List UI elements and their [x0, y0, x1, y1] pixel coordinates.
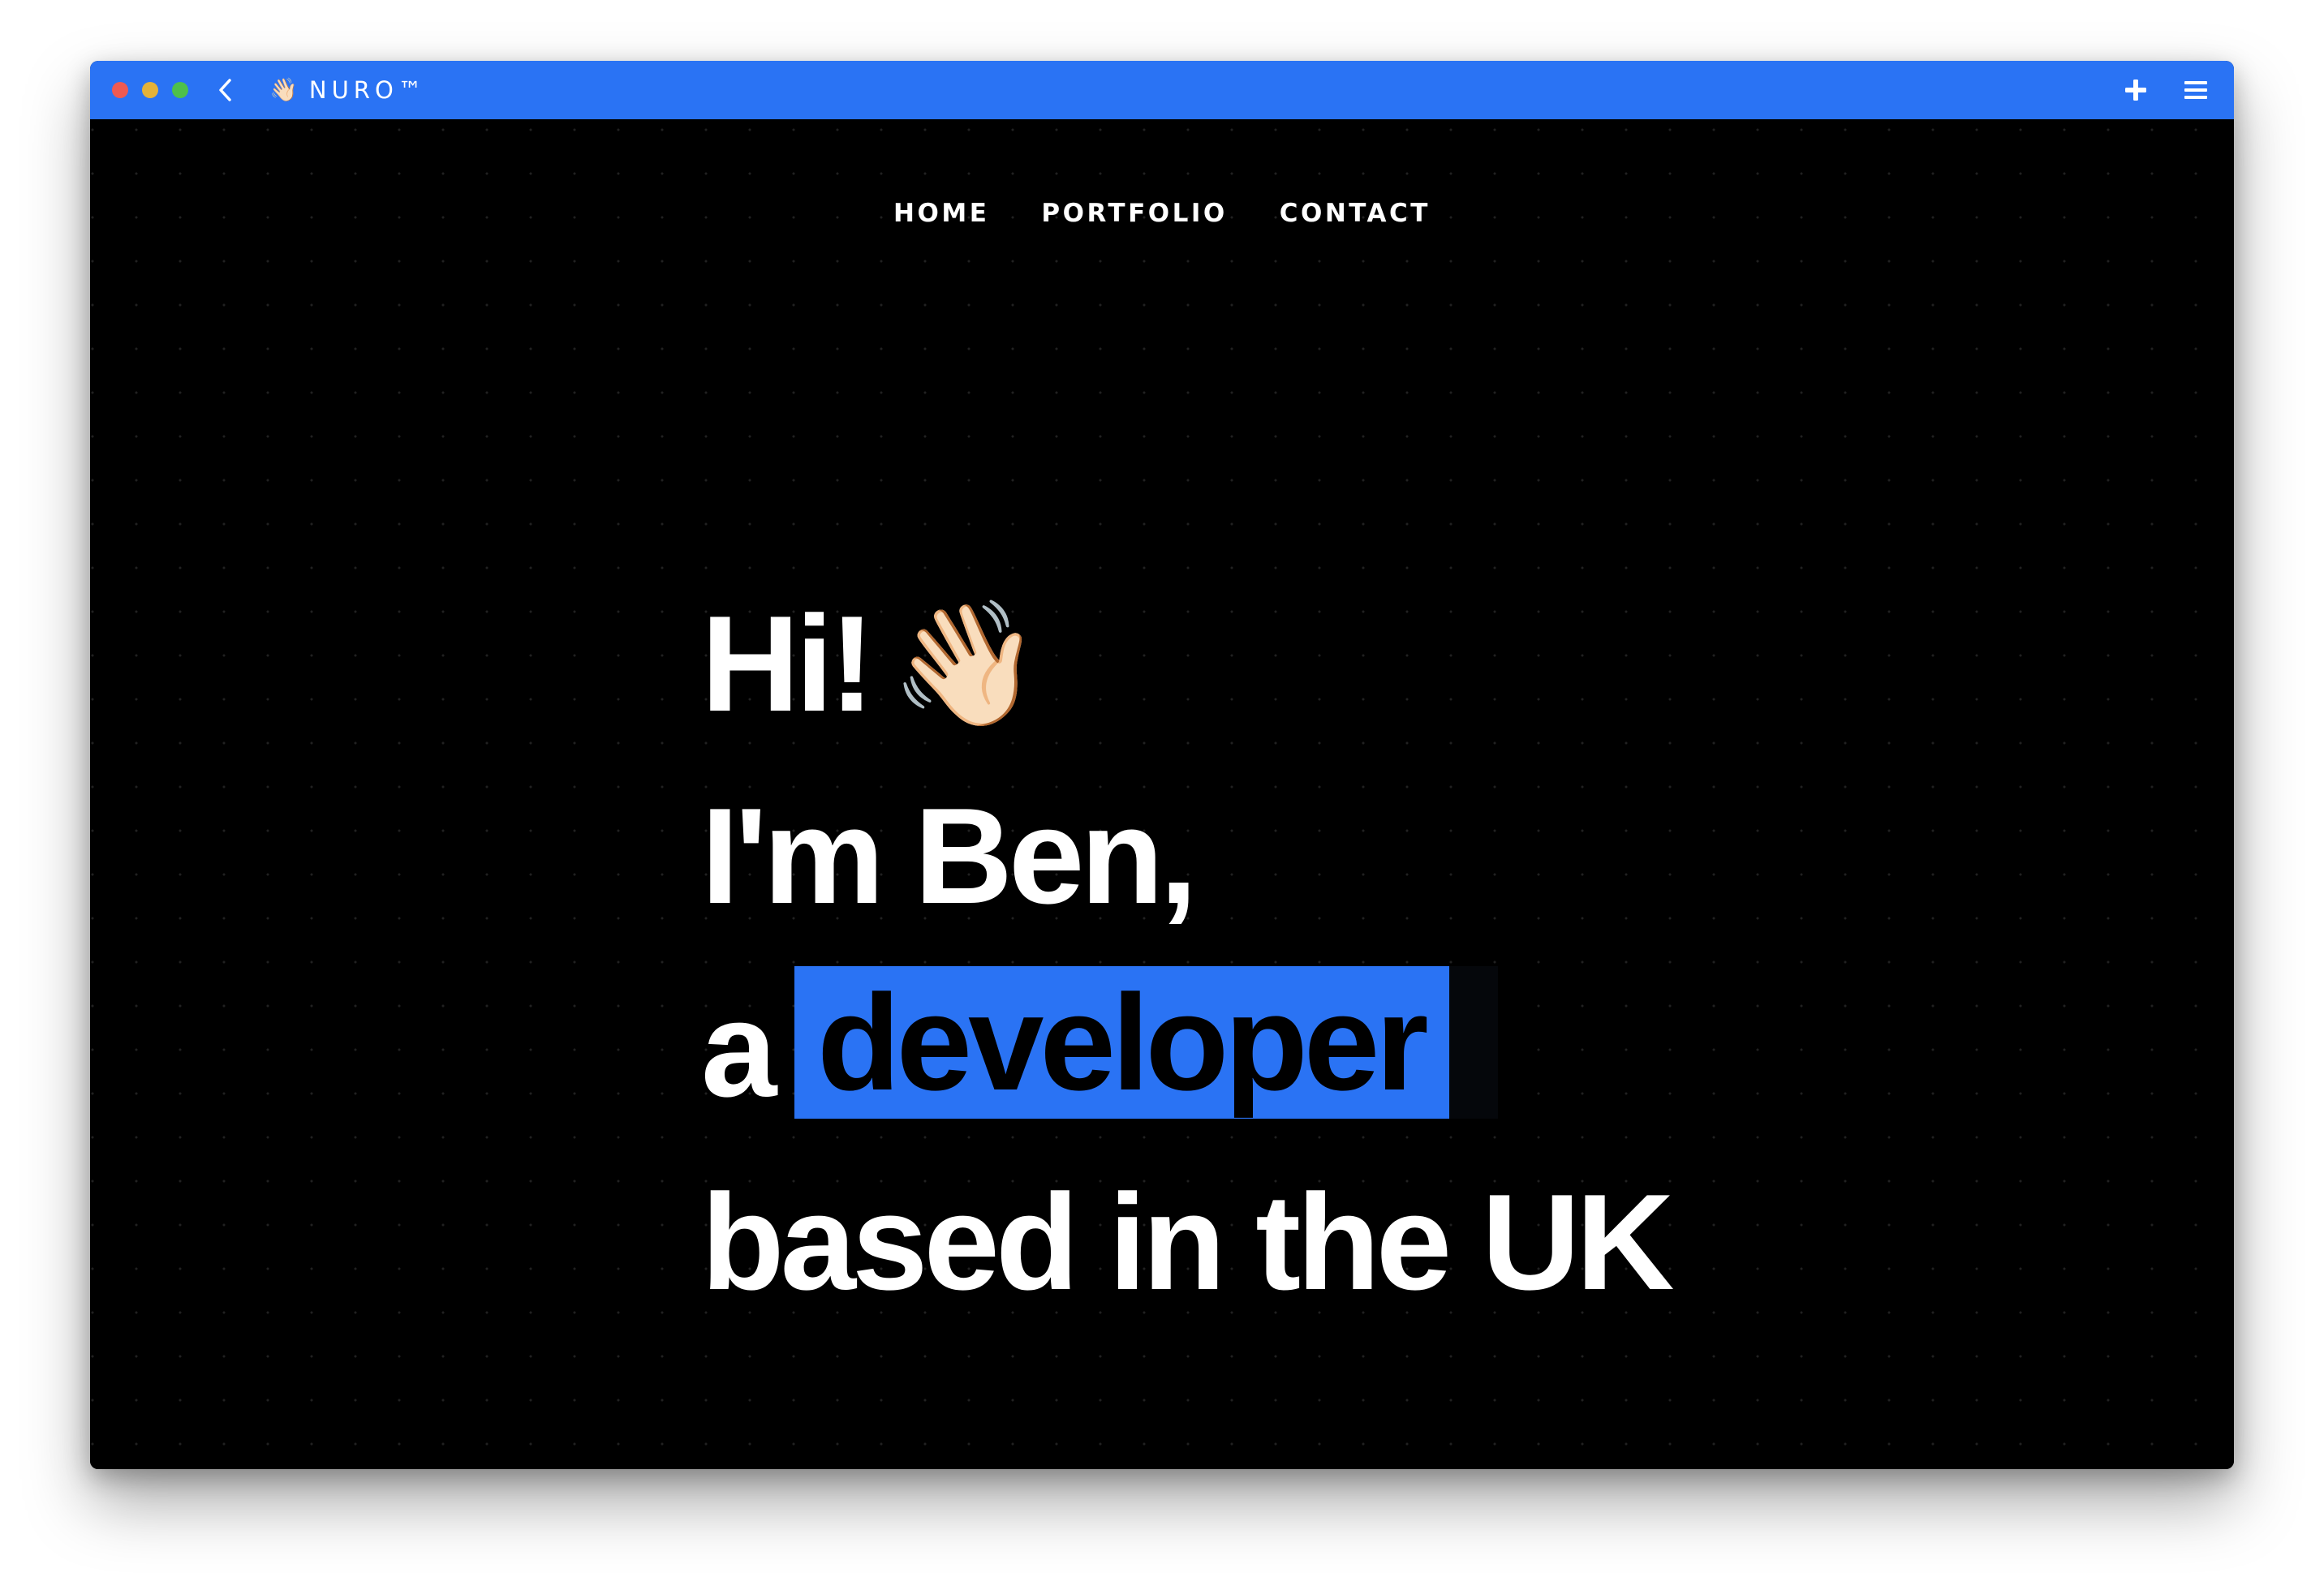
nav-home-link[interactable]: HOME	[893, 199, 989, 228]
hero-line-name: I'm Ben,	[701, 788, 1198, 924]
browser-window: 👋🏻 NURO™ HOME PORTFOLIO CONTACT Hi! 👋🏻 I…	[90, 61, 2234, 1469]
window-controls	[112, 82, 188, 98]
hero-line-role: a developer	[701, 966, 1498, 1119]
close-window-button[interactable]	[112, 82, 128, 98]
hero-line-greeting: Hi! 👋🏻	[701, 595, 1042, 732]
main-nav: HOME PORTFOLIO CONTACT	[90, 199, 2234, 228]
title-bar: 👋🏻 NURO™	[90, 61, 2234, 119]
menu-button[interactable]	[2182, 76, 2210, 104]
page-content: HOME PORTFOLIO CONTACT Hi! 👋🏻 I'm Ben, a …	[90, 119, 2234, 1469]
role-highlight: developer	[794, 966, 1449, 1119]
role-prefix: a	[701, 973, 777, 1125]
name-text: I'm Ben,	[701, 780, 1198, 932]
brand[interactable]: 👋🏻 NURO™	[269, 76, 427, 104]
maximize-window-button[interactable]	[172, 82, 188, 98]
back-button[interactable]	[213, 74, 237, 106]
hamburger-menu-icon	[2184, 81, 2207, 99]
hero-line-location: based in the UK	[701, 1174, 1675, 1310]
plus-icon	[2125, 80, 2146, 101]
waving-hand-icon: 👋🏻	[269, 77, 298, 102]
typing-caret	[1448, 966, 1498, 1119]
typewriter-role: developer	[794, 966, 1498, 1119]
nav-portfolio-link[interactable]: PORTFOLIO	[1041, 199, 1227, 228]
waving-hand-emoji-icon: 👋🏻	[889, 595, 1042, 732]
chevron-left-icon	[219, 79, 231, 101]
minimize-window-button[interactable]	[142, 82, 158, 98]
location-text: based in the UK	[701, 1166, 1675, 1318]
brand-name: NURO™	[308, 76, 427, 104]
greeting-text: Hi!	[701, 587, 875, 740]
add-button[interactable]	[2122, 76, 2150, 104]
title-actions	[2122, 61, 2210, 119]
nav-contact-link[interactable]: CONTACT	[1280, 199, 1431, 228]
